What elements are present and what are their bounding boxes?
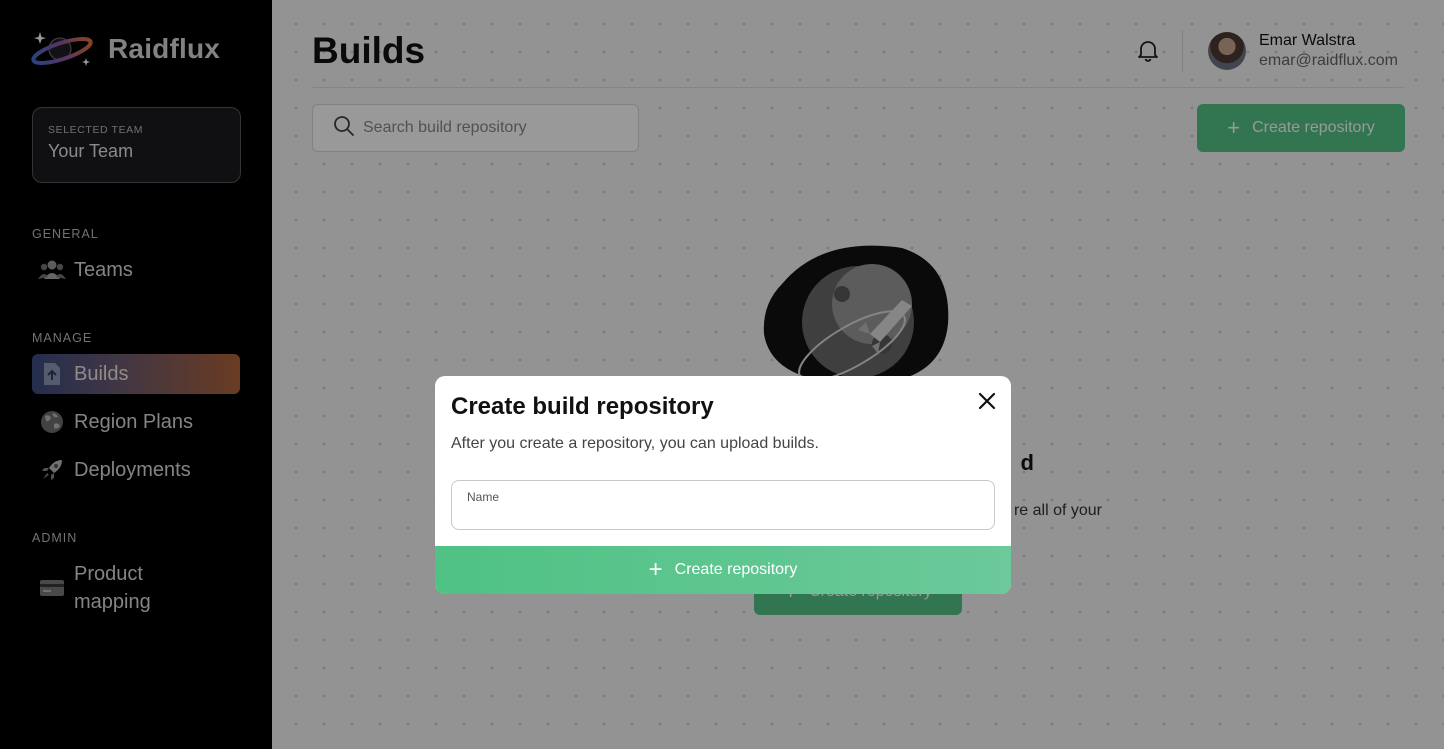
close-icon[interactable]: [974, 388, 1000, 414]
name-input[interactable]: [466, 505, 976, 525]
name-field[interactable]: Name: [451, 480, 995, 530]
modal-title: Create build repository: [451, 393, 714, 420]
plus-icon: +: [648, 556, 663, 583]
name-field-label: Name: [467, 490, 500, 504]
create-repository-modal: Create build repository After you create…: [435, 376, 1011, 594]
modal-description: After you create a repository, you can u…: [451, 435, 819, 452]
modal-submit-label: Create repository: [674, 561, 798, 578]
modal-backdrop[interactable]: [0, 0, 1444, 749]
modal-create-repository-button[interactable]: + Create repository: [435, 546, 1011, 594]
